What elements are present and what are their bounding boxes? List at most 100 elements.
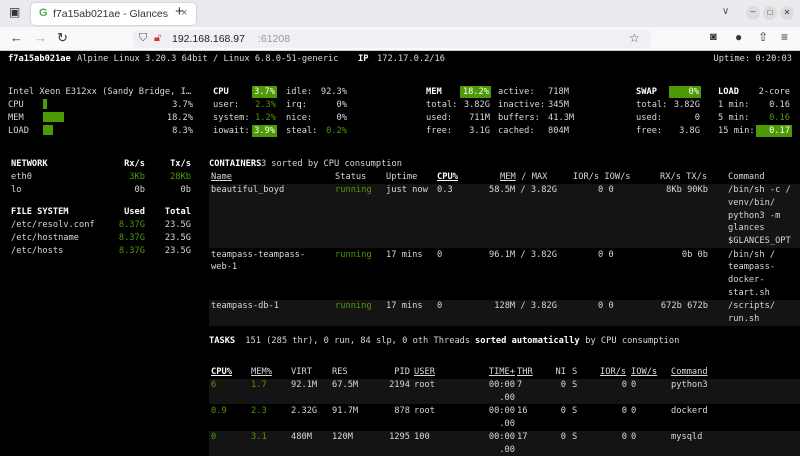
process-thr: 17 [517, 432, 528, 442]
maximize-icon[interactable]: □ [763, 6, 777, 20]
mem-buffers-label: buffers: [498, 113, 540, 123]
col-res: RES [332, 367, 348, 377]
col-ior[interactable]: IOR/s [600, 366, 626, 378]
container-cpu: 0 [437, 250, 443, 260]
container-uptime: 17 mins [386, 301, 423, 311]
extensions-icon[interactable]: ⇧ [758, 30, 768, 44]
forward-icon[interactable]: → [34, 30, 47, 45]
process-ior: 0 [621, 432, 627, 442]
mem-title: MEM [426, 87, 442, 97]
col-iow[interactable]: IOW/s [631, 366, 657, 378]
mem-total-label: total: [426, 100, 458, 110]
fs-total: 23.5G [164, 233, 191, 243]
container-name: web-1 [211, 262, 238, 272]
hostname: f7a15ab021ae [8, 54, 71, 64]
col-thr[interactable]: THR [517, 366, 533, 378]
container-mem: 128M / 3.82G [494, 301, 557, 311]
network-tx-header: Tx/s [170, 159, 191, 169]
process-cpu: 0 [211, 432, 217, 442]
quicklook-cpu-label: CPU [8, 100, 24, 110]
load-15min-label: 15 min: [718, 126, 755, 136]
process-s: S [572, 380, 578, 390]
container-command: start.sh [728, 288, 770, 298]
pocket-icon[interactable]: ◙ [710, 31, 717, 43]
container-io: 0 0 [598, 185, 614, 195]
container-command: teampass- [728, 262, 776, 272]
col-time[interactable]: TIME+ [489, 366, 515, 378]
process-time-cont: .00 [499, 445, 515, 455]
fs-used: 8.37G [118, 220, 145, 230]
process-ior: 0 [621, 406, 627, 416]
mem-buffers: 41.3M [548, 113, 575, 123]
process-mem: 3.1 [251, 432, 267, 442]
col-user[interactable]: USER [414, 366, 435, 378]
mem-free: 3.1G [469, 126, 490, 136]
container-mem: 96.1M / 3.82G [489, 250, 557, 260]
new-tab-button[interactable]: + [175, 3, 184, 20]
col-mem[interactable]: MEM [500, 171, 516, 183]
fs-total-header: Total [164, 207, 191, 217]
process-res: 120M [332, 432, 353, 442]
uptime: Uptime: 0:20:03 [713, 54, 792, 64]
container-uptime: 17 mins [386, 250, 423, 260]
process-cpu: 6 [211, 380, 217, 390]
mem-percent: 18.2% [460, 86, 491, 98]
quicklook-mem-value: 18.2% [166, 113, 193, 123]
process-user: root [414, 380, 435, 390]
swap-percent: 0% [669, 86, 701, 98]
container-name: teampass-teampass- [211, 250, 306, 260]
mem-used: 711M [469, 113, 490, 123]
process-cmd: dockerd [671, 406, 708, 416]
process-cmd: mysqld [671, 432, 703, 442]
col-name[interactable]: Name [211, 171, 232, 183]
shield-icon[interactable]: ⛉ [139, 32, 147, 45]
quicklook-load-bar [43, 125, 53, 135]
container-net: 0b 0b [681, 250, 708, 260]
fs-used: 8.37G [118, 246, 145, 256]
col-cpu[interactable]: CPU% [211, 366, 232, 378]
col-ni: NI [555, 367, 566, 377]
process-virt: 2.32G [291, 406, 318, 416]
cpu-steal: 0.2% [326, 126, 347, 136]
cpu-total: 3.7% [252, 86, 277, 98]
fs-used: 8.37G [118, 233, 145, 243]
mem-inactive-label: inactive: [498, 100, 546, 110]
quicklook-load-value: 8.3% [172, 126, 193, 136]
col-command[interactable]: Command [671, 366, 708, 378]
reload-icon[interactable]: ↻ [57, 30, 68, 46]
quicklook-cpu-value: 3.7% [172, 100, 193, 110]
browser-tab[interactable]: G f7a15ab021ae - Glances × [31, 3, 196, 25]
container-command: /bin/sh / [728, 250, 776, 260]
tasks-sort-mode: sorted automatically [475, 336, 580, 346]
account-icon[interactable]: ● [735, 30, 742, 44]
close-window-icon[interactable]: ✕ [780, 6, 794, 20]
container-command: $GLANCES_OPT [728, 236, 791, 246]
col-mem[interactable]: MEM% [251, 366, 272, 378]
tab-overview-icon[interactable]: ▣ [9, 5, 20, 19]
minimize-icon[interactable]: – [746, 6, 760, 20]
process-user: root [414, 406, 435, 416]
col-cpu[interactable]: CPU% [437, 171, 458, 183]
cpu-idle-label: idle: [286, 87, 313, 97]
insecure-lock-icon[interactable]: 🔓︎ [154, 32, 161, 45]
network-tx: 0b [180, 185, 191, 195]
mem-total: 3.82G [463, 100, 490, 110]
process-s: S [572, 432, 578, 442]
address-bar[interactable]: ⛉ 🔓︎ 192.168.168.97 :61208 ☆ [133, 30, 651, 48]
bookmark-star-icon[interactable]: ☆ [629, 31, 640, 45]
process-mem: 1.7 [251, 380, 267, 390]
process-ior: 0 [621, 380, 627, 390]
menu-icon[interactable]: ≡ [781, 30, 788, 44]
col-io: IOR/s IOW/s [573, 172, 631, 182]
process-res: 67.5M [332, 380, 359, 390]
swap-used: 0 [694, 113, 700, 123]
swap-free-label: free: [636, 126, 663, 136]
back-icon[interactable]: ← [10, 30, 23, 45]
tab-list-icon[interactable]: ∨ [722, 6, 729, 17]
network-title: NETWORK [11, 159, 48, 169]
fs-mount: /etc/resolv.conf [11, 220, 95, 230]
container-net: 8Kb 90Kb [666, 185, 708, 195]
container-status: running [335, 185, 372, 195]
fs-total: 23.5G [164, 246, 191, 256]
container-command: venv/bin/ [728, 198, 776, 208]
